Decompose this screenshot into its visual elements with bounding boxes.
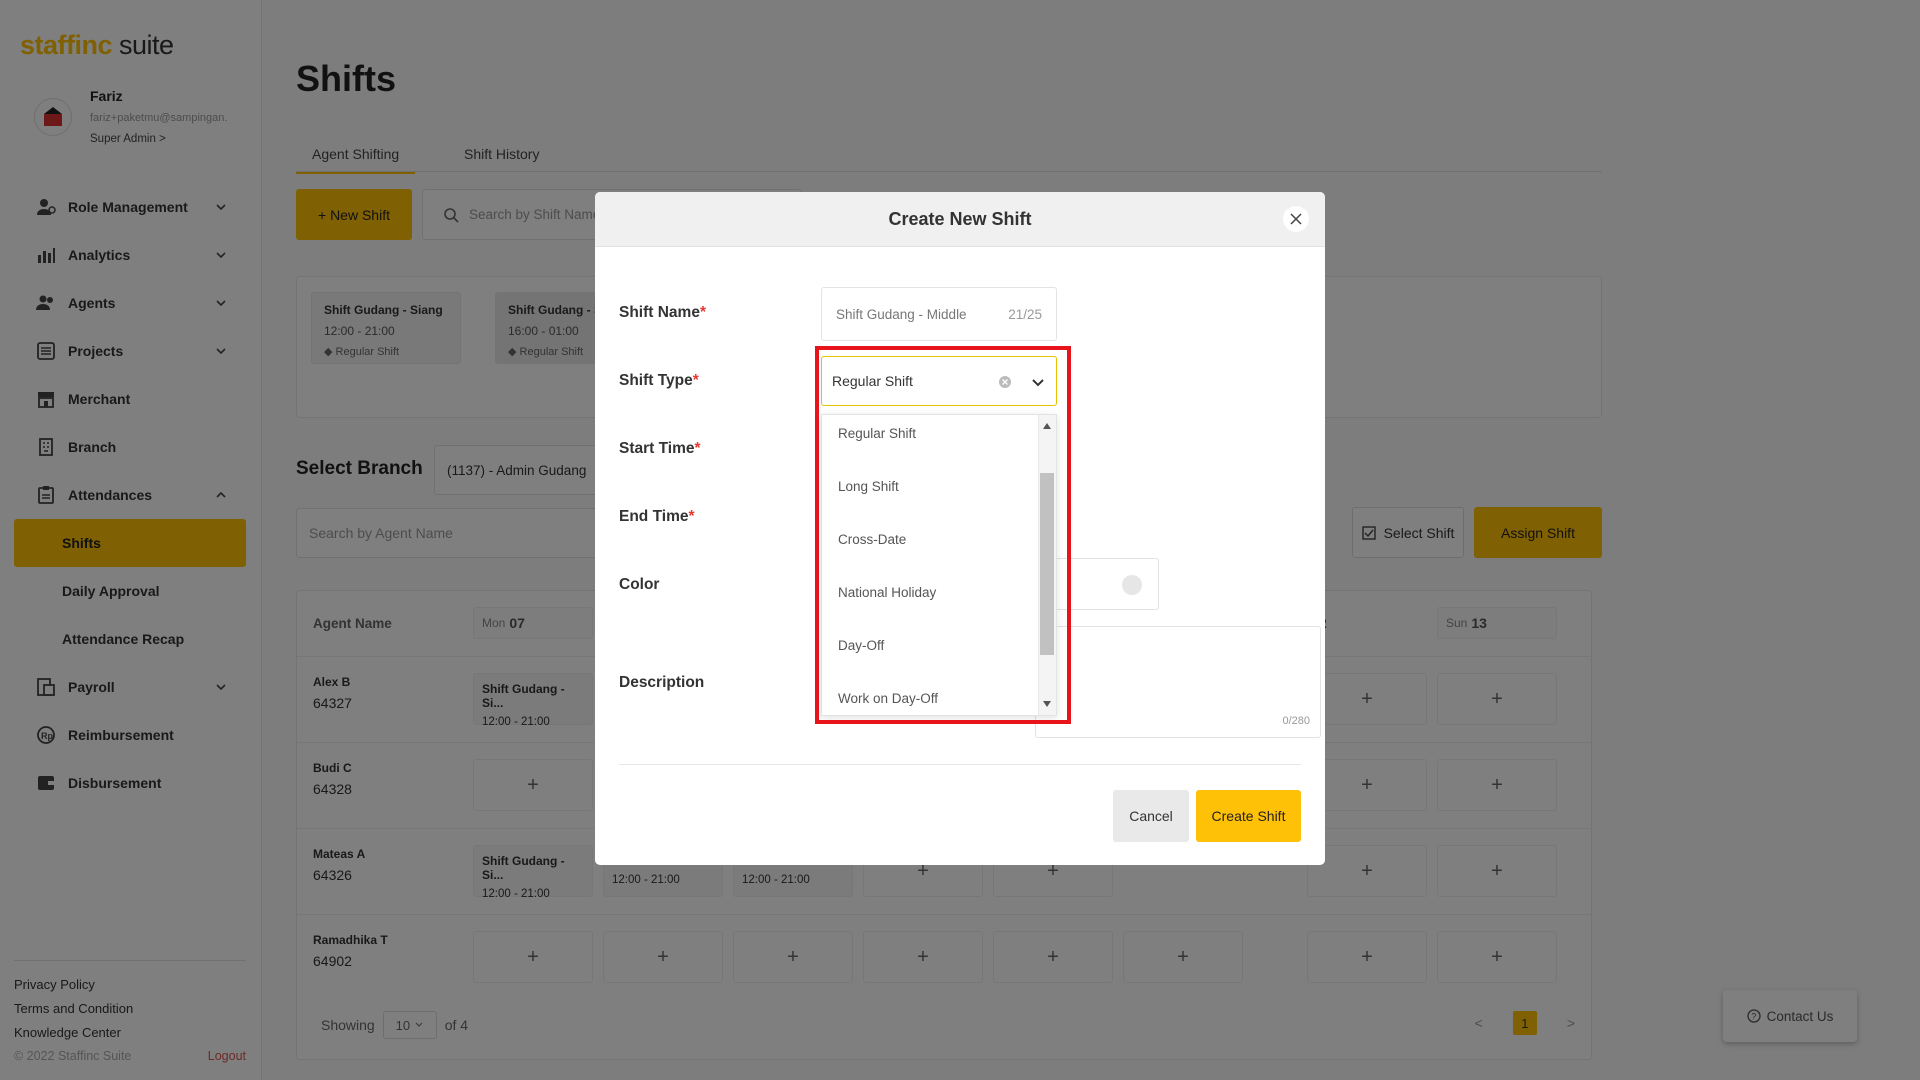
modal-title: Create New Shift — [888, 208, 1032, 229]
shift-name-input[interactable]: Shift Gudang - Middle 21/25 — [821, 287, 1057, 341]
end-time-label: End Time* — [619, 508, 695, 525]
close-button[interactable] — [1283, 206, 1309, 232]
close-icon — [1290, 213, 1302, 225]
char-counter: 0/280 — [1282, 715, 1310, 727]
start-time-label: Start Time* — [619, 440, 701, 457]
shift-name-label: Shift Name* — [619, 304, 707, 321]
description-textarea[interactable]: 0/280 — [1035, 626, 1321, 738]
shift-type-label: Shift Type* — [619, 372, 699, 389]
color-label: Color — [619, 576, 660, 593]
modal-divider — [619, 764, 1301, 765]
cancel-button[interactable]: Cancel — [1113, 790, 1189, 842]
highlight-annotation — [815, 346, 1071, 724]
color-swatch[interactable] — [1122, 575, 1142, 595]
create-shift-button[interactable]: Create Shift — [1196, 790, 1301, 842]
description-label: Description — [619, 674, 705, 691]
char-counter: 21/25 — [1008, 306, 1042, 322]
modal-header: Create New Shift — [595, 192, 1325, 247]
